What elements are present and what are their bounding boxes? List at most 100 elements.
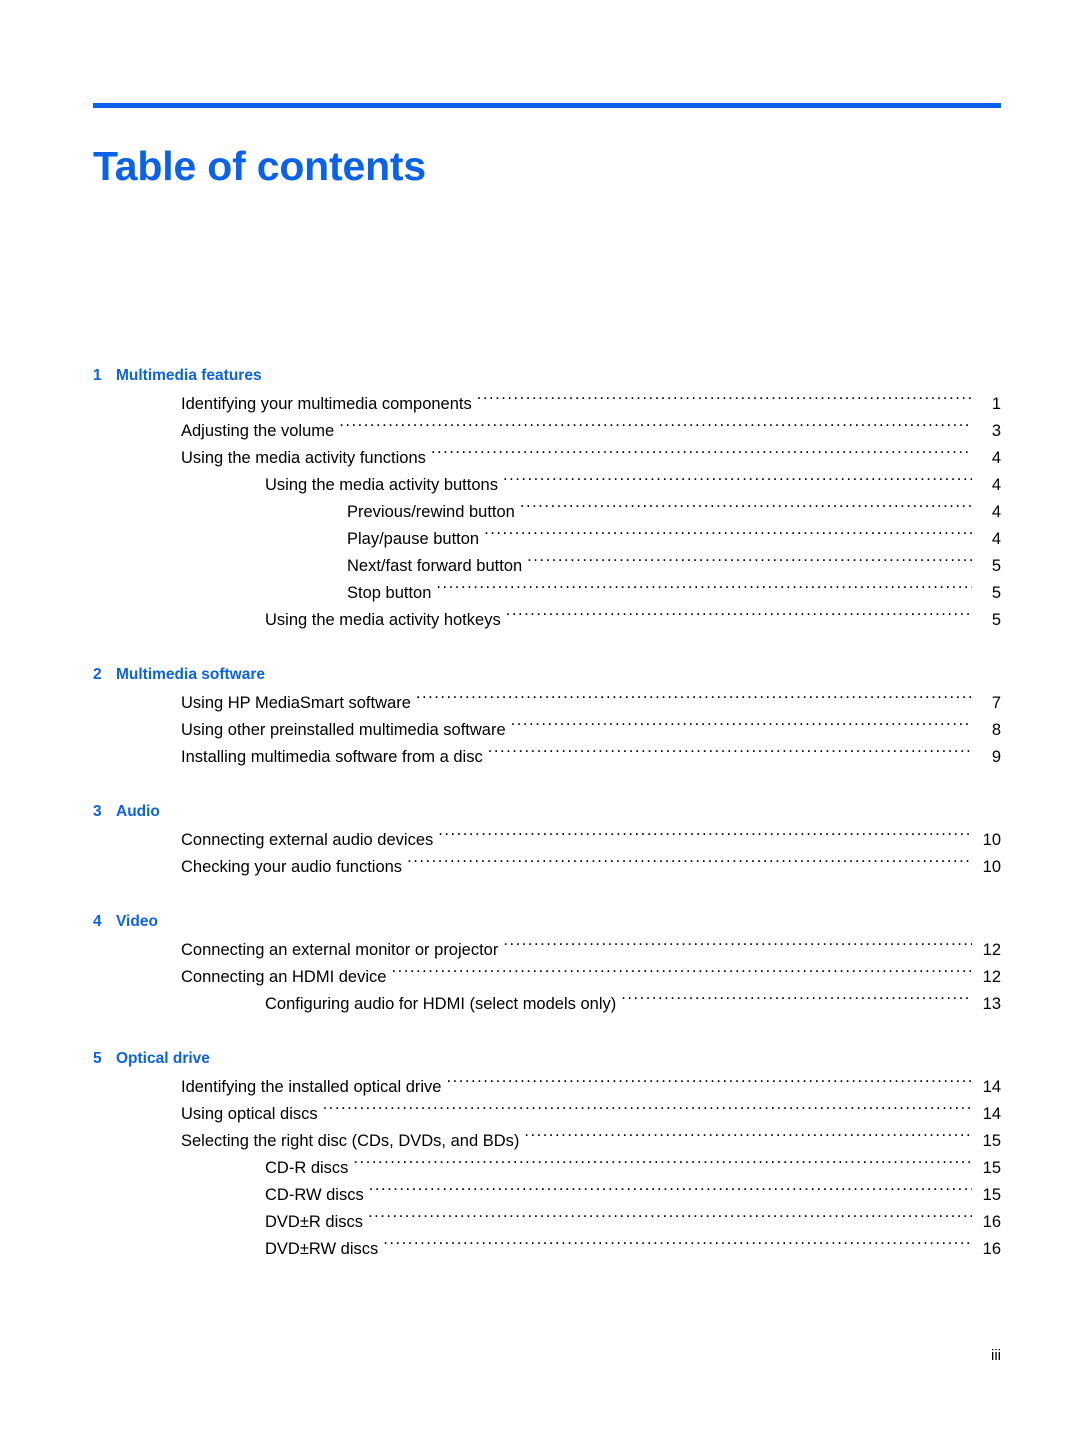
toc-dot-leader xyxy=(488,746,972,763)
toc-entry-page-number: 15 xyxy=(982,1186,1001,1204)
toc-chapter: 5 Optical drive Identifying the installed … xyxy=(93,1045,1001,1263)
toc-dot-leader xyxy=(368,1211,972,1228)
toc-dot-leader xyxy=(527,555,972,572)
toc-dot-leader xyxy=(407,856,972,873)
toc-entry-page-number: 10 xyxy=(982,831,1001,849)
toc-entry[interactable]: Using the media activity buttons 4 xyxy=(93,472,1001,499)
toc-entry-label: Connecting an external monitor or projec… xyxy=(181,941,499,959)
toc-entry-page-number: 1 xyxy=(991,395,1001,413)
toc-entry-page-number: 8 xyxy=(991,721,1001,739)
toc-entry[interactable]: Connecting an external monitor or projec… xyxy=(93,937,1001,964)
toc-entry-label: Selecting the right disc (CDs, DVDs, and… xyxy=(181,1132,520,1150)
toc-entry[interactable]: Using optical discs 14 xyxy=(93,1101,1001,1128)
toc-entry-label: Next/fast forward button xyxy=(347,557,523,575)
toc-dot-leader xyxy=(323,1103,972,1120)
toc-entry-label: Connecting external audio devices xyxy=(181,831,434,849)
toc-chapter: 2 Multimedia software Using HP MediaSmart … xyxy=(93,661,1001,771)
toc-chapter-title: Multimedia software xyxy=(116,666,265,683)
toc-entry-label: Previous/rewind button xyxy=(347,503,515,521)
toc-chapter-title: Multimedia features xyxy=(116,367,262,384)
toc-entry-label: Using other preinstalled multimedia soft… xyxy=(181,721,506,739)
toc-chapter-heading[interactable]: 2 Multimedia software xyxy=(93,661,1001,688)
toc-entry[interactable]: CD-R discs 15 xyxy=(93,1155,1001,1182)
toc-dot-leader xyxy=(503,939,972,956)
toc-entry-page-number: 13 xyxy=(982,995,1001,1013)
table-of-contents: 1 Multimedia features Identifying your mul… xyxy=(93,362,1001,1263)
toc-entry[interactable]: Stop button 5 xyxy=(93,580,1001,607)
toc-entry-page-number: 14 xyxy=(982,1078,1001,1096)
toc-entry-label: Using the media activity hotkeys xyxy=(265,611,501,629)
toc-entry-label: CD-R discs xyxy=(265,1159,349,1177)
toc-entry-page-number: 15 xyxy=(982,1159,1001,1177)
toc-entry[interactable]: DVD±RW discs 16 xyxy=(93,1236,1001,1263)
toc-entry-page-number: 16 xyxy=(982,1240,1001,1258)
toc-entry[interactable]: DVD±R discs 16 xyxy=(93,1209,1001,1236)
toc-entry-list: Identifying the installed optical drive 1… xyxy=(93,1074,1001,1263)
toc-entry-label: CD-RW discs xyxy=(265,1186,364,1204)
toc-dot-leader xyxy=(369,1184,972,1201)
toc-entry[interactable]: Adjusting the volume 3 xyxy=(93,418,1001,445)
toc-entry-label: Identifying your multimedia components xyxy=(181,395,472,413)
toc-entry-label: DVD±RW discs xyxy=(265,1240,379,1258)
toc-entry-list: Using HP MediaSmart software 7 Using other… xyxy=(93,690,1001,771)
toc-entry-label: Stop button xyxy=(347,584,432,602)
toc-dot-leader xyxy=(353,1157,972,1174)
toc-dot-leader xyxy=(436,582,972,599)
toc-dot-leader xyxy=(484,528,972,545)
toc-dot-leader xyxy=(511,719,972,736)
toc-dot-leader xyxy=(391,966,972,983)
toc-entry-list: Identifying your multimedia components 1 A… xyxy=(93,391,1001,634)
toc-chapter: 3 Audio Connecting external audio devices 1… xyxy=(93,798,1001,881)
toc-entry[interactable]: Using HP MediaSmart software 7 xyxy=(93,690,1001,717)
toc-entry[interactable]: Previous/rewind button 4 xyxy=(93,499,1001,526)
toc-chapter-title: Audio xyxy=(116,803,160,820)
toc-entry-page-number: 5 xyxy=(991,611,1001,629)
toc-entry[interactable]: Identifying your multimedia components 1 xyxy=(93,391,1001,418)
toc-entry-label: Using HP MediaSmart software xyxy=(181,694,411,712)
toc-chapter: 4 Video Connecting an external monitor or … xyxy=(93,908,1001,1018)
toc-entry[interactable]: Using the media activity hotkeys 5 xyxy=(93,607,1001,634)
toc-entry-page-number: 16 xyxy=(982,1213,1001,1231)
toc-entry-label: Using the media activity buttons xyxy=(265,476,498,494)
toc-entry[interactable]: Play/pause button 4 xyxy=(93,526,1001,553)
toc-entry[interactable]: CD-RW discs 15 xyxy=(93,1182,1001,1209)
toc-dot-leader xyxy=(520,501,972,518)
title-divider-rule xyxy=(93,103,1001,108)
toc-entry-label: Play/pause button xyxy=(347,530,480,548)
toc-chapter-number: 1 xyxy=(93,367,102,384)
toc-dot-leader xyxy=(339,420,972,437)
toc-entry-page-number: 12 xyxy=(982,941,1001,959)
toc-entry-page-number: 3 xyxy=(991,422,1001,440)
toc-chapter-heading[interactable]: 4 Video xyxy=(93,908,1001,935)
toc-entry[interactable]: Identifying the installed optical drive 1… xyxy=(93,1074,1001,1101)
toc-entry[interactable]: Next/fast forward button 5 xyxy=(93,553,1001,580)
toc-entry[interactable]: Checking your audio functions 10 xyxy=(93,854,1001,881)
toc-entry-page-number: 7 xyxy=(991,694,1001,712)
toc-entry-list: Connecting an external monitor or projec… xyxy=(93,937,1001,1018)
toc-entry-label: Checking your audio functions xyxy=(181,858,403,876)
toc-entry-label: Configuring audio for HDMI (select model… xyxy=(265,995,617,1013)
toc-entry[interactable]: Using the media activity functions 4 xyxy=(93,445,1001,472)
toc-dot-leader xyxy=(447,1076,973,1093)
toc-entry[interactable]: Connecting external audio devices 10 xyxy=(93,827,1001,854)
page-folio: iii xyxy=(991,1347,1001,1364)
toc-entry-page-number: 4 xyxy=(991,503,1001,521)
toc-chapter-heading[interactable]: 3 Audio xyxy=(93,798,1001,825)
toc-entry[interactable]: Installing multimedia software from a di… xyxy=(93,744,1001,771)
toc-chapter-heading[interactable]: 5 Optical drive xyxy=(93,1045,1001,1072)
toc-entry[interactable]: Using other preinstalled multimedia soft… xyxy=(93,717,1001,744)
toc-chapter-heading[interactable]: 1 Multimedia features xyxy=(93,362,1001,389)
toc-entry-label: Using optical discs xyxy=(181,1105,318,1123)
toc-entry[interactable]: Connecting an HDMI device 12 xyxy=(93,964,1001,991)
toc-entry[interactable]: Selecting the right disc (CDs, DVDs, and… xyxy=(93,1128,1001,1155)
toc-dot-leader xyxy=(438,829,972,846)
toc-chapter-number: 4 xyxy=(93,913,102,930)
toc-entry-page-number: 15 xyxy=(982,1132,1001,1150)
toc-entry-list: Connecting external audio devices 10 Check… xyxy=(93,827,1001,881)
toc-dot-leader xyxy=(477,393,972,410)
toc-chapter-title: Optical drive xyxy=(116,1050,210,1067)
toc-entry-page-number: 4 xyxy=(991,530,1001,548)
toc-entry-label: DVD±R discs xyxy=(265,1213,363,1231)
toc-entry-label: Using the media activity functions xyxy=(181,449,426,467)
toc-entry[interactable]: Configuring audio for HDMI (select model… xyxy=(93,991,1001,1018)
